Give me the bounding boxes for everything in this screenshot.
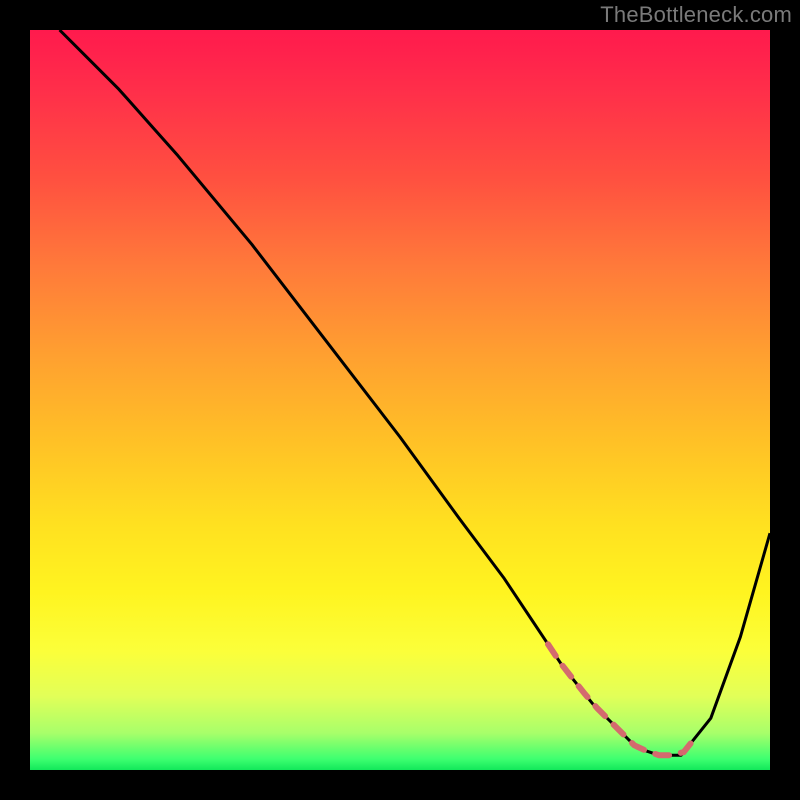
chart-svg: [30, 30, 770, 770]
watermark-text: TheBottleneck.com: [600, 2, 792, 28]
plot-area: [30, 30, 770, 770]
chart-frame: TheBottleneck.com: [0, 0, 800, 800]
optimal-range-dashed: [548, 644, 696, 755]
bottleneck-curve: [60, 30, 770, 755]
